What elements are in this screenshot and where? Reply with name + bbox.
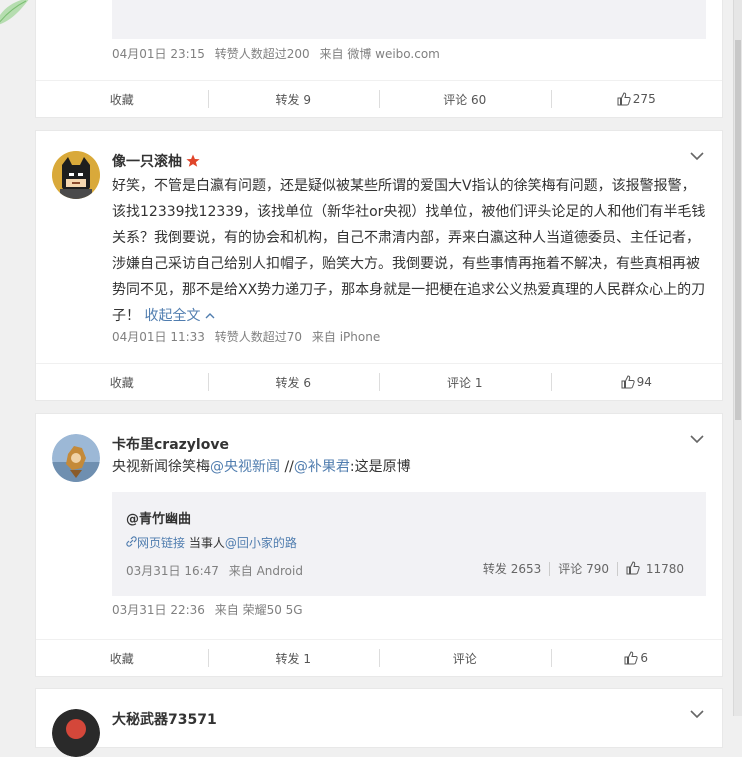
chevron-up-icon <box>205 313 215 319</box>
post-time[interactable]: 04月01日 11:33 <box>112 330 205 344</box>
quoted-source: 来自 Android <box>228 564 303 578</box>
favorite-button[interactable]: 收藏 <box>36 364 208 400</box>
quoted-meta: 03月31日 16:47 来自 Android <box>126 562 303 579</box>
like-count: 94 <box>636 375 652 389</box>
chevron-down-icon[interactable] <box>690 709 704 719</box>
thumbs-up-icon <box>624 651 639 665</box>
username-text[interactable]: 卡布里crazylove <box>112 434 229 454</box>
post-time[interactable]: 04月01日 23:15 <box>112 47 205 61</box>
quoted-time[interactable]: 03月31日 16:47 <box>126 564 219 578</box>
username[interactable]: 大秘武器73571 <box>112 709 217 729</box>
quoted-post-tail <box>112 0 706 39</box>
comment-button[interactable]: 评论 <box>379 640 551 676</box>
comment-button[interactable]: 评论 60 <box>379 81 551 117</box>
anime-avatar-icon <box>52 434 100 482</box>
post-meta: 03月31日 22:36 来自 荣耀50 5G <box>112 601 303 618</box>
chevron-down-icon[interactable] <box>690 151 704 161</box>
link-icon <box>126 536 137 547</box>
post-card: 大秘武器73571 <box>35 688 723 757</box>
batman-avatar-icon <box>52 151 100 199</box>
action-bar: 收藏 转发 1 评论 6 <box>36 639 722 676</box>
username[interactable]: 卡布里crazylove <box>112 434 229 454</box>
collapse-link[interactable]: 收起全文 <box>144 308 215 324</box>
quoted-repost-button[interactable]: 转发 2653 <box>475 560 549 577</box>
post-card: 像一只滚柚 好笑，不管是白瀛有问题，还是疑似被某些所谓的爱国大V指认的徐笑梅有问… <box>35 130 723 401</box>
favorite-button[interactable]: 收藏 <box>36 81 208 117</box>
post-text-content: 央视新闻徐笑梅 <box>112 459 210 475</box>
like-count: 275 <box>632 92 656 106</box>
like-button[interactable]: 6 <box>550 640 723 676</box>
thumbs-up-icon <box>617 92 631 106</box>
thumbs-up-icon <box>621 375 635 389</box>
like-count: 6 <box>640 651 649 665</box>
action-bar: 收藏 转发 6 评论 1 94 <box>36 363 722 400</box>
avatar-image-icon <box>52 709 100 757</box>
post-meta: 04月01日 23:15 转赞人数超过200 来自 微博 weibo.com <box>112 45 440 62</box>
post-source[interactable]: 来自 荣耀50 5G <box>215 603 303 617</box>
leaf-decoration-icon <box>0 0 29 25</box>
post-meta: 04月01日 11:33 转赞人数超过70 来自 iPhone <box>112 328 380 345</box>
post-card: 卡布里crazylove 央视新闻徐笑梅@央视新闻 //@补果君:这是原博 @青… <box>35 413 723 677</box>
comment-button[interactable]: 评论 1 <box>379 364 551 400</box>
repost-button[interactable]: 转发 1 <box>207 640 380 676</box>
post-source[interactable]: 来自 微博 weibo.com <box>320 47 440 61</box>
scrollbar[interactable] <box>733 0 742 716</box>
post-source[interactable]: 来自 iPhone <box>312 330 380 344</box>
username-text[interactable]: 像一只滚柚 <box>112 151 182 171</box>
star-badge-icon[interactable] <box>186 154 200 168</box>
action-bar: 收藏 转发 9 评论 60 275 <box>36 80 722 117</box>
username-text[interactable]: 大秘武器73571 <box>112 709 217 729</box>
post-text: 央视新闻徐笑梅@央视新闻 //@补果君:这是原博 <box>112 454 706 480</box>
like-button[interactable]: 275 <box>550 81 723 117</box>
post-card: 04月01日 23:15 转赞人数超过200 来自 微博 weibo.com 收… <box>35 0 723 118</box>
like-button[interactable]: 94 <box>550 364 723 400</box>
quoted-comment-button[interactable]: 评论 790 <box>550 560 617 577</box>
quoted-post[interactable]: @青竹幽曲 网页链接 当事人@回小家的路 03月31日 16:47 来自 And… <box>112 492 706 596</box>
quoted-author[interactable]: @青竹幽曲 <box>126 508 191 527</box>
post-time[interactable]: 03月31日 22:36 <box>112 603 205 617</box>
favorite-button[interactable]: 收藏 <box>36 640 208 676</box>
post-repost-count: 转赞人数超过200 <box>214 47 310 61</box>
avatar[interactable] <box>52 151 100 199</box>
username[interactable]: 像一只滚柚 <box>112 151 200 171</box>
post-repost-count: 转赞人数超过70 <box>214 330 303 344</box>
repost-button[interactable]: 转发 9 <box>207 81 380 117</box>
scrollbar-thumb[interactable] <box>735 40 741 420</box>
post-text-suffix: :这是原博 <box>349 459 411 475</box>
web-link[interactable]: 网页链接 <box>126 536 185 550</box>
post-text: 好笑，不管是白瀛有问题，还是疑似被某些所谓的爱国大V指认的徐笑梅有问题，该报警报… <box>112 173 706 329</box>
chevron-down-icon[interactable] <box>690 434 704 444</box>
thumbs-up-icon <box>626 561 640 575</box>
avatar[interactable] <box>52 434 100 482</box>
repost-button[interactable]: 转发 6 <box>207 364 380 400</box>
post-text-content: 好笑，不管是白瀛有问题，还是疑似被某些所谓的爱国大V指认的徐笑梅有问题，该报警报… <box>112 178 706 324</box>
quoted-actions: 转发 2653 评论 790 11780 <box>475 560 684 577</box>
collapse-link-text[interactable]: 收起全文 <box>144 308 200 324</box>
mention-link[interactable]: @央视新闻 <box>210 459 280 475</box>
quoted-like-button[interactable]: 11780 <box>618 561 684 576</box>
avatar[interactable] <box>52 709 100 757</box>
quoted-like-count: 11780 <box>645 562 684 576</box>
web-link-text[interactable]: 网页链接 <box>137 536 185 550</box>
quoted-text-content: 当事人 <box>185 536 225 550</box>
repost-separator: // <box>280 459 294 475</box>
quoted-text: 网页链接 当事人@回小家的路 <box>126 534 297 551</box>
mention-link[interactable]: @补果君 <box>294 459 350 475</box>
mention-link[interactable]: @回小家的路 <box>225 536 297 550</box>
